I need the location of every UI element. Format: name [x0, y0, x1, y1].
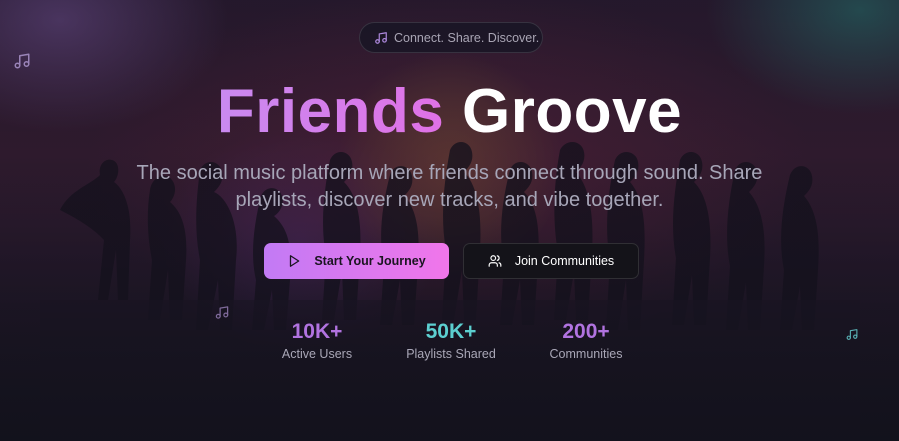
stat-playlists-shared: 50K+ Playlists Shared	[381, 318, 521, 362]
music-note-icon	[375, 31, 387, 44]
tagline-text: Connect. Share. Discover.	[394, 30, 540, 45]
start-journey-button[interactable]: Start Your Journey	[264, 243, 449, 279]
title-word-groove: Groove	[462, 77, 683, 146]
music-note-icon	[14, 53, 30, 69]
join-communities-label: Join Communities	[514, 254, 615, 268]
hero-overlay	[0, 0, 899, 441]
stat-value: 200+	[562, 320, 610, 343]
stats-row: 10K+ Active Users 50K+ Playlists Shared …	[0, 318, 899, 368]
stat-value: 10K+	[291, 320, 343, 343]
hero-subtitle: The social music platform where friends …	[136, 162, 763, 211]
hero-section: Connect. Share. Discover. Friends Groove…	[0, 0, 899, 441]
join-communities-button[interactable]: Join Communities	[463, 243, 639, 279]
stat-label: Playlists Shared	[406, 347, 496, 361]
stat-label: Communities	[549, 347, 623, 361]
page-title: Friends Groove	[0, 74, 899, 150]
play-icon	[290, 255, 300, 267]
stat-value: 50K+	[425, 320, 477, 343]
users-icon	[488, 255, 502, 267]
stat-active-users: 10K+ Active Users	[247, 318, 387, 362]
stat-communities: 200+ Communities	[516, 318, 656, 362]
stat-label: Active Users	[281, 347, 353, 361]
start-journey-label: Start Your Journey	[314, 254, 426, 268]
tagline-badge: Connect. Share. Discover.	[359, 22, 543, 53]
title-word-friends: Friends	[216, 77, 445, 146]
